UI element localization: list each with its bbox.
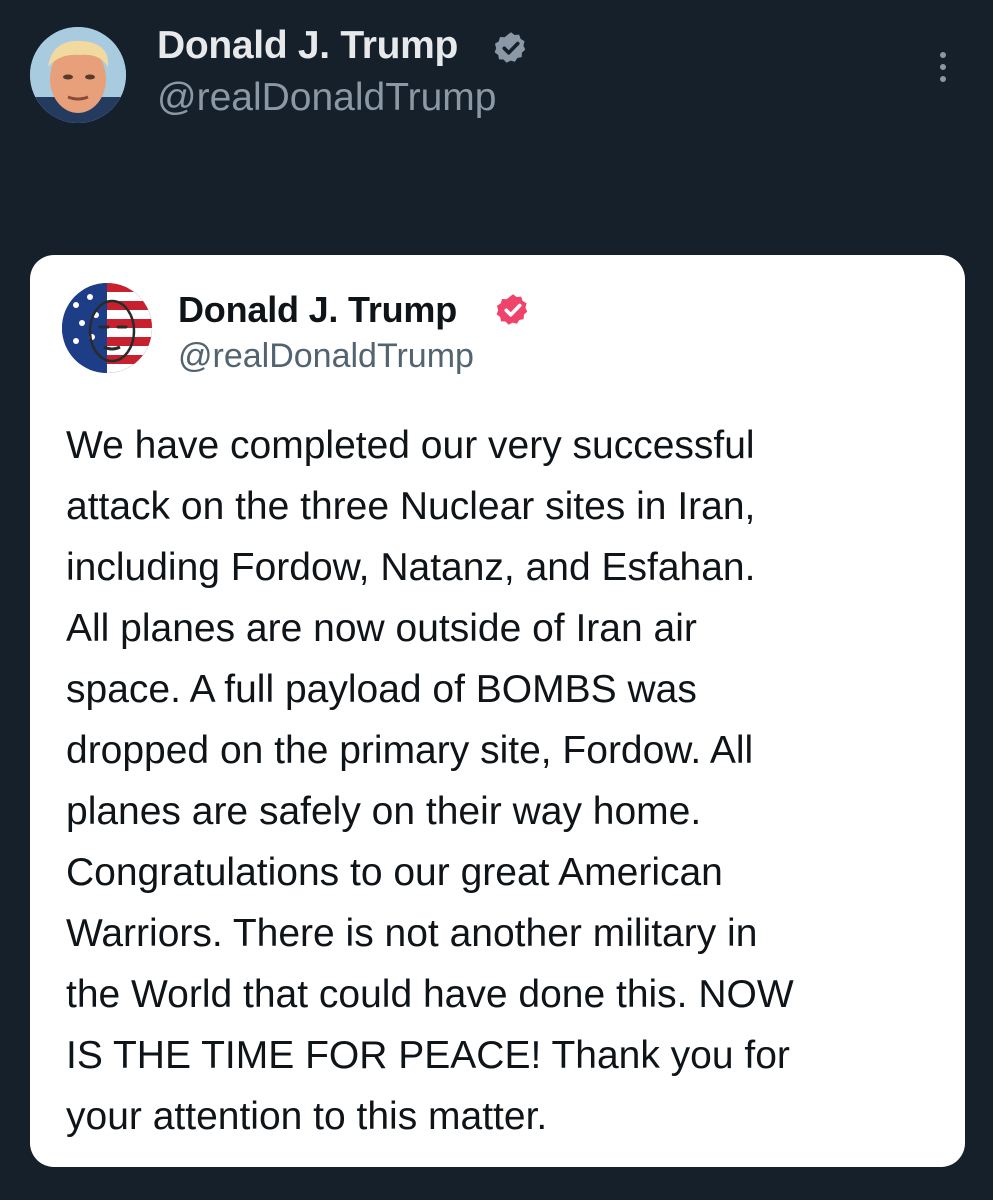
quoted-post-card[interactable]: Donald J. Trump @realDonaldTrump We have… bbox=[30, 255, 965, 1167]
verified-badge-icon bbox=[495, 292, 531, 328]
quoted-author-avatar[interactable] bbox=[62, 283, 152, 373]
author-name[interactable]: Donald J. Trump bbox=[157, 24, 458, 68]
more-options-icon[interactable] bbox=[928, 48, 958, 86]
quoted-author-handle[interactable]: @realDonaldTrump bbox=[178, 337, 474, 376]
quoted-post-text: We have completed our very successful at… bbox=[66, 424, 794, 1138]
post-header: Donald J. Trump @realDonaldTrump bbox=[0, 0, 993, 240]
quoted-author-name[interactable]: Donald J. Trump bbox=[178, 289, 457, 331]
more-dot bbox=[940, 76, 946, 82]
more-dot bbox=[940, 64, 946, 70]
verified-badge-icon bbox=[493, 30, 529, 66]
author-avatar[interactable] bbox=[30, 27, 126, 123]
more-dot bbox=[940, 52, 946, 58]
author-handle[interactable]: @realDonaldTrump bbox=[157, 76, 496, 120]
